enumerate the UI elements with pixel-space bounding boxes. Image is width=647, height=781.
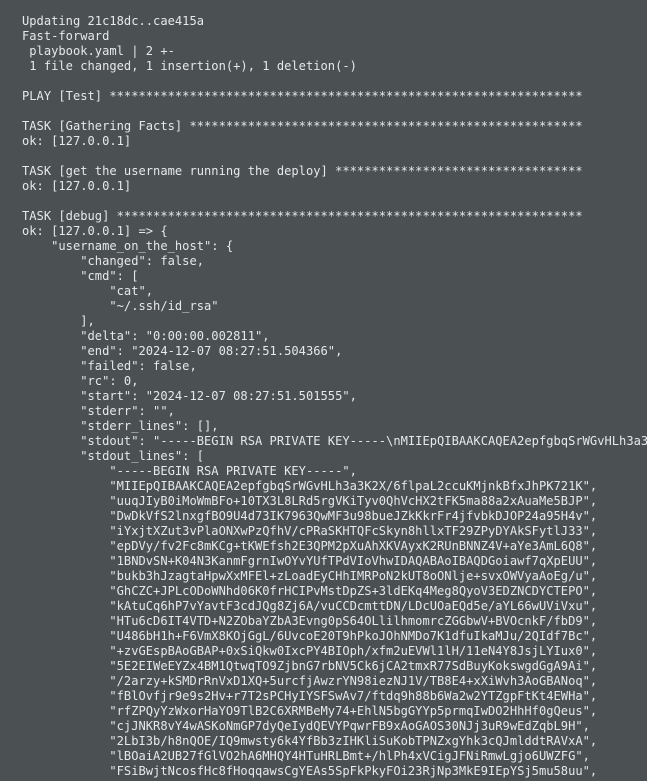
terminal-line: "/2arzy+kSMDrRnVxD1XQ+5urcfjAwzrYN98iezN… [22,674,598,688]
terminal-line: TASK [get the username running the deplo… [22,164,583,178]
terminal-line: "stderr": "", [22,404,175,418]
terminal-line: "HTu6cD6IT4VTD+N2ZObaYZbA3Evng0pS64OLlil… [22,614,598,628]
terminal-line: "cmd": [ [22,269,139,283]
terminal-line: "FSiBwjtNcosfHc8fHoqqawsCgYEAs5SpFkPkyFO… [22,764,598,778]
terminal-line: "DwDkVfS2lnxgfBO9U4d73IK7963QwMF3u98bueJ… [22,509,598,523]
terminal-line: Fast-forward [22,29,110,43]
terminal-line: "kAtuCq6hP7vYavtF3cdJQg8Zj6A/vuCCDcmttDN… [22,599,598,613]
terminal-line: "end": "2024-12-07 08:27:51.504366", [22,344,343,358]
terminal-line: "fBlOvfjr9e9s2Hv+r7T2sPCHyIYSFSwAv7/ftdq… [22,689,598,703]
terminal-line: "5E2EIWeEYZx4BM1QtwqTO9ZjbnG7rbNV5Ck6jCA… [22,659,598,673]
terminal-line: "GhCZC+JPLcODoWNhd06K0frHCIPvMstDpZS+3ld… [22,584,598,598]
terminal-line: Updating 21c18dc..cae415a [22,14,205,28]
terminal-line: "1BNDvSN+K04N3KanmFgrnIwOYvYUfTPdVIoVhwI… [22,554,598,568]
terminal-line: "uuqJIyB0iMoWmBFo+10TX3L8LRd5rgVKiTyv0Qh… [22,494,598,508]
terminal-line: "failed": false, [22,359,197,373]
terminal-line: "-----BEGIN RSA PRIVATE KEY-----", [22,464,357,478]
terminal-line: "stdout": "-----BEGIN RSA PRIVATE KEY---… [22,434,647,448]
terminal-line: "cjJNKR8vY4wASKoNmGP7dyQeIydQEVYPqwrFB9x… [22,719,590,733]
terminal-line: "delta": "0:00:00.002811", [22,329,270,343]
terminal-line: TASK [Gathering Facts] *****************… [22,119,583,133]
terminal-line: TASK [debug] ***************************… [22,209,583,223]
terminal-line: "bukb3hJzagtaHpwXxMFEl+zLoadEyCHhIMRPoN2… [22,569,598,583]
terminal-line: "2LbI3b/h8nQOE/IQ9mwsty6k4YfBb3zIHKliSuK… [22,734,598,748]
terminal-line: 1 file changed, 1 insertion(+), 1 deleti… [22,59,357,73]
terminal-output: Updating 21c18dc..cae415a Fast-forward pl… [22,14,647,779]
terminal-line: "rfZPQyYzWxorHaYO9TlB2C6XRMBeMy74+EhlN5b… [22,704,598,718]
terminal-line: "cat", [22,284,154,298]
terminal-line: ], [22,314,95,328]
terminal-line: "U486bH1h+F6VmX8KOjGgL/6UvcoE20T9hPkoJOh… [22,629,598,643]
terminal-line: ok: [127.0.0.1] => { [22,224,168,238]
terminal-line: "MIIEpQIBAAKCAQEA2epfgbqSrWGvHLh3a3K2X/6… [22,479,598,493]
terminal-window[interactable]: Updating 21c18dc..cae415a Fast-forward pl… [0,0,647,781]
terminal-line: "lBOaiA2UB27fGlVO2hA6MHQY4HTuHRLBmt+/hlP… [22,749,590,763]
terminal-line: ok: [127.0.0.1] [22,134,132,148]
terminal-line: ok: [127.0.0.1] [22,179,132,193]
terminal-line: "changed": false, [22,254,205,268]
terminal-line: "rc": 0, [22,374,139,388]
terminal-line: "stderr_lines": [], [22,419,219,433]
terminal-line: "epDVy/fv2Fc8mKCg+tKWEfsh2E3QPM2pXuAhXKV… [22,539,598,553]
terminal-line: "+zvGEspBAoGBAP+0xSiQkw0IxcPY4BIOph/xfm2… [22,644,598,658]
terminal-line: "username_on_the_host": { [22,239,234,253]
terminal-line: playbook.yaml | 2 +- [22,44,175,58]
terminal-line: "start": "2024-12-07 08:27:51.501555", [22,389,357,403]
terminal-line: "stdout_lines": [ [22,449,205,463]
terminal-line: "iYxjtXZut3vPlaONXwPzQfhV/cPRaSKHTQFcSky… [22,524,598,538]
terminal-line: "~/.ssh/id_rsa" [22,299,219,313]
terminal-line: PLAY [Test] ****************************… [22,89,583,103]
